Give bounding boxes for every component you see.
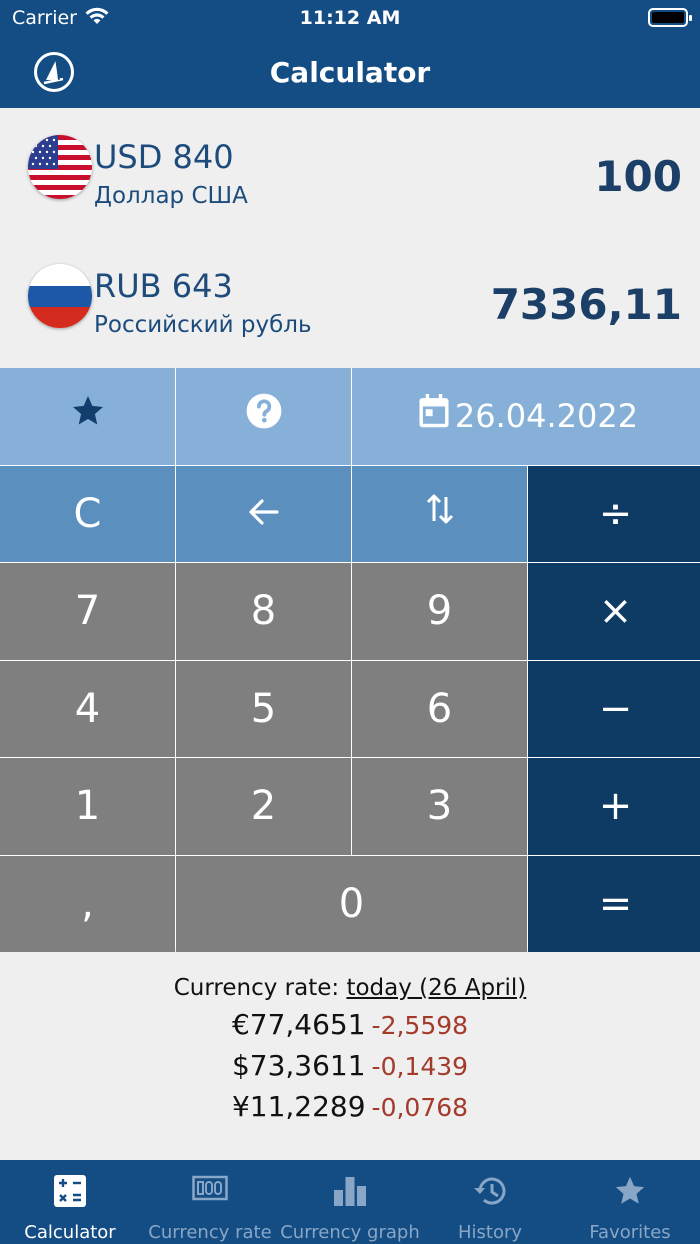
tab-calculator[interactable]: Calculator <box>0 1160 140 1244</box>
plus-button[interactable]: + <box>528 758 700 855</box>
to-currency-value: 7336,11 <box>490 280 682 329</box>
rate-delta: -0,0768 <box>371 1093 469 1122</box>
tab-label: Currency rate <box>148 1222 272 1243</box>
help-button[interactable] <box>176 368 351 465</box>
tab-label: History <box>457 1222 523 1243</box>
swap-currencies-button[interactable] <box>352 465 527 562</box>
tab-label: Currency graph <box>280 1222 420 1243</box>
digit-6-button[interactable]: 6 <box>352 660 527 757</box>
date-picker-button[interactable]: 26.04.2022 <box>352 368 700 465</box>
minus-button[interactable]: − <box>528 660 700 757</box>
top-bar: Carrier 11:12 AM Calculator <box>0 0 700 108</box>
rate-label-line: Currency rate: today (26 April) <box>0 975 700 1001</box>
digit-8-button[interactable]: 8 <box>176 563 351 660</box>
calendar-icon <box>417 394 455 438</box>
rate-item-usd: $73,3611 -0,1439 <box>0 1048 700 1083</box>
favorite-button[interactable] <box>0 368 175 465</box>
digit-0-button[interactable]: 0 <box>176 855 527 952</box>
us-flag-icon <box>28 135 92 199</box>
arrow-left-icon <box>247 491 281 537</box>
from-currency-value: 100 <box>594 152 682 201</box>
rate-label: Currency rate: <box>173 975 340 1001</box>
tab-label: Calculator <box>24 1222 116 1243</box>
rate-delta: -0,1439 <box>371 1052 469 1081</box>
multiply-button[interactable]: × <box>528 563 700 660</box>
tab-currency-rate[interactable]: Currency rate <box>140 1160 280 1244</box>
divide-button[interactable]: ÷ <box>528 465 700 562</box>
rate-item-cny: ¥11,2289 -0,0768 <box>0 1089 700 1124</box>
bar-chart-icon <box>280 1174 420 1210</box>
tab-history[interactable]: History <box>420 1160 560 1244</box>
currency-rates: Currency rate: today (26 April) €77,4651… <box>0 975 700 1124</box>
banknote-icon <box>140 1174 280 1210</box>
to-currency-row[interactable]: RUB 643 Российский рубль 7336,11 <box>0 238 700 366</box>
russia-flag-icon <box>28 264 92 328</box>
rate-value: $73,3611 <box>231 1049 366 1082</box>
from-currency-code: USD 840 <box>94 138 234 176</box>
status-bar: Carrier 11:12 AM <box>0 0 700 36</box>
swap-arrows-icon <box>425 491 455 537</box>
keypad: 26.04.2022 C ÷ 7 8 9 × 4 5 6 − 1 2 3 + ,… <box>0 368 700 952</box>
digit-2-button[interactable]: 2 <box>176 758 351 855</box>
rate-value: €77,4651 <box>231 1008 366 1041</box>
backspace-button[interactable] <box>176 465 351 562</box>
digit-3-button[interactable]: 3 <box>352 758 527 855</box>
calculator-icon <box>0 1174 140 1210</box>
digit-1-button[interactable]: 1 <box>0 758 175 855</box>
to-currency-name: Российский рубль <box>94 312 312 338</box>
star-icon <box>70 393 106 439</box>
date-label: 26.04.2022 <box>454 397 639 436</box>
status-time: 11:12 AM <box>299 7 401 29</box>
star-icon <box>560 1174 700 1210</box>
tab-favorites[interactable]: Favorites <box>560 1160 700 1244</box>
from-currency-row[interactable]: USD 840 Доллар США 100 <box>0 108 700 236</box>
tab-currency-graph[interactable]: Currency graph <box>280 1160 420 1244</box>
rate-value: ¥11,2289 <box>231 1090 366 1123</box>
rate-item-eur: €77,4651 -2,5598 <box>0 1007 700 1042</box>
equals-button[interactable]: = <box>528 855 700 952</box>
clear-button[interactable]: C <box>0 465 175 562</box>
rate-date-link[interactable]: today (26 April) <box>346 975 526 1001</box>
digit-7-button[interactable]: 7 <box>0 563 175 660</box>
digit-4-button[interactable]: 4 <box>0 660 175 757</box>
history-icon <box>420 1174 560 1210</box>
tab-bar: Calculator Currency rate Currency graph <box>0 1160 700 1244</box>
digit-5-button[interactable]: 5 <box>176 660 351 757</box>
from-currency-name: Доллар США <box>94 183 248 209</box>
help-icon <box>245 392 283 440</box>
battery-icon <box>648 8 692 27</box>
tab-label: Favorites <box>589 1222 671 1243</box>
comma-button[interactable]: , <box>0 855 175 952</box>
page-title: Calculator <box>269 56 431 89</box>
to-currency-code: RUB 643 <box>94 267 233 305</box>
digit-9-button[interactable]: 9 <box>352 563 527 660</box>
rate-delta: -2,5598 <box>371 1011 469 1040</box>
